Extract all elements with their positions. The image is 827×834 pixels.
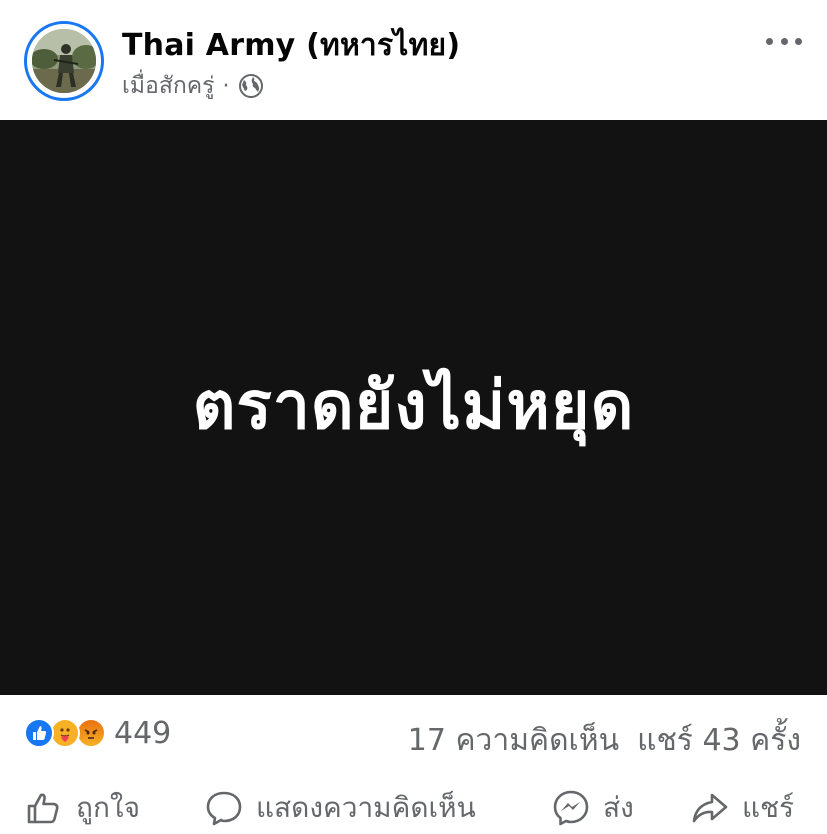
share-count-link[interactable]: แชร์ 43 ครั้ง xyxy=(637,717,801,764)
messenger-icon xyxy=(553,790,589,826)
more-options-button[interactable] xyxy=(766,36,802,46)
comment-bubble-icon xyxy=(206,791,242,826)
post-image[interactable]: ตราดยังไม่หยุด xyxy=(0,120,827,695)
post-meta: เมื่อสักครู่ · xyxy=(122,68,264,104)
share-arrow-icon xyxy=(692,793,728,823)
author-name[interactable]: Thai Army (ทหารไทย) xyxy=(122,22,460,69)
soldier-photo-icon xyxy=(32,29,96,93)
share-label: แชร์ xyxy=(742,791,795,824)
more-dot xyxy=(780,37,788,45)
like-reaction-icon xyxy=(24,718,54,748)
angry-reaction-icon xyxy=(76,718,106,748)
avatar-image xyxy=(32,29,96,93)
care-reaction-icon xyxy=(50,718,80,748)
thumbs-up-icon xyxy=(27,793,59,824)
post-timestamp[interactable]: เมื่อสักครู่ xyxy=(122,68,215,104)
reactions-summary[interactable]: 449 xyxy=(24,715,172,751)
like-button[interactable]: ถูกใจ xyxy=(24,786,140,830)
comment-label: แสดงความคิดเห็น xyxy=(256,791,476,824)
send-label: ส่ง xyxy=(603,791,634,824)
comment-count-link[interactable]: 17 ความคิดเห็น xyxy=(408,717,619,764)
engagement-stats: 17 ความคิดเห็น แชร์ 43 ครั้ง xyxy=(408,717,801,764)
like-label: ถูกใจ xyxy=(76,791,140,824)
send-button[interactable]: ส่ง xyxy=(551,786,634,830)
post-stats: 449 17 ความคิดเห็น แชร์ 43 ครั้ง xyxy=(0,695,827,770)
meta-separator: · xyxy=(222,73,230,99)
action-bar: ถูกใจ แสดงความคิดเห็น ส่ง แชร์ xyxy=(0,778,827,834)
share-button[interactable]: แชร์ xyxy=(690,786,794,830)
avatar[interactable] xyxy=(24,21,104,101)
post-header: Thai Army (ทหารไทย) เมื่อสักครู่ · xyxy=(0,0,827,120)
more-dot xyxy=(766,37,773,45)
globe-icon xyxy=(238,74,263,98)
comment-button[interactable]: แสดงความคิดเห็น xyxy=(204,786,476,830)
reaction-count: 449 xyxy=(114,715,172,751)
post-image-text: ตราดยังไม่หยุด xyxy=(192,367,635,444)
more-dot xyxy=(795,37,802,45)
